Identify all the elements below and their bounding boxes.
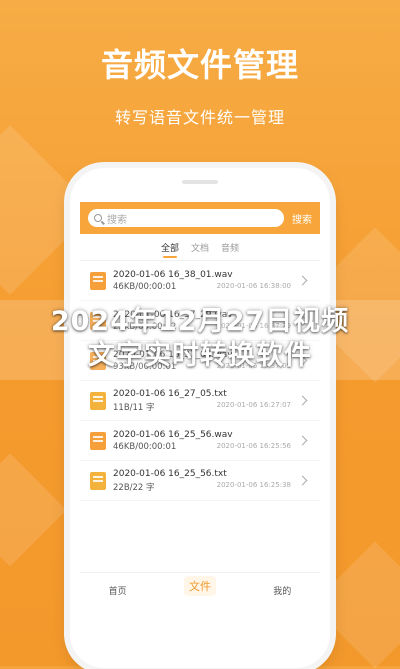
file-name: 2020-01-06 16_25_56.wav [113,429,233,440]
file-date: 2020-01-06 16:25:38 [216,480,291,489]
tab-documents[interactable]: 文档 [191,237,209,258]
filter-tabs: 全部 文档 音频 [80,234,320,261]
search-bar: 搜索 搜索 [80,202,320,234]
promo-title: 音频文件管理 [100,46,299,84]
phone-frame: 搜索 搜索 全部 文档 音频 2020-01-06 16_38_01.wav 4… [70,168,330,668]
list-item[interactable]: 2020-01-06 16_27_05.txt 11B/11 字 2020-01… [80,381,320,421]
status-bar [80,192,320,202]
chevron-right-icon [297,395,308,406]
file-list: 2020-01-06 16_38_01.wav 46KB/00:00:01 20… [80,261,320,501]
list-item[interactable]: 2020-01-06 16_38_01.wav 46KB/00:00:01 20… [80,261,320,301]
file-size: 22B/22 字 [113,482,155,493]
list-item[interactable]: 2020-01-06 16_25_56.wav 46KB/00:00:01 20… [80,421,320,461]
bottom-nav: 首页 文件 我的 [80,572,320,607]
overlay-line-2: 文字实时转换软件 [88,340,312,371]
list-item[interactable]: 2020-01-06 16_25_56.txt 22B/22 字 2020-01… [80,461,320,501]
decorative-diamond [0,453,67,567]
nav-profile[interactable]: 我的 [273,584,291,597]
search-input[interactable]: 搜索 [88,209,284,227]
search-placeholder: 搜索 [107,214,127,226]
file-size: 11B/11 字 [113,402,155,413]
text-file-icon [90,391,106,410]
chevron-right-icon [297,275,308,286]
overlay-line-1: 2024年12月27日视频 [50,306,350,337]
file-name: 2020-01-06 16_25_56.txt [113,468,227,479]
nav-home[interactable]: 首页 [109,584,127,597]
nav-files[interactable]: 文件 [183,576,216,596]
file-name: 2020-01-06 16_27_05.txt [113,388,227,399]
tab-all[interactable]: 全部 [161,237,179,258]
file-name: 2020-01-06 16_38_01.wav [113,269,233,280]
search-icon [94,214,102,222]
chevron-right-icon [297,435,308,446]
search-button[interactable]: 搜索 [292,211,312,226]
promo-subtitle: 转写语音文件统一管理 [114,108,285,127]
chevron-right-icon [297,475,308,486]
audio-file-icon [90,431,106,450]
file-size: 46KB/00:00:01 [113,441,177,452]
file-date: 2020-01-06 16:38:00 [216,281,291,290]
file-size: 46KB/00:00:01 [113,281,177,292]
app-screen: 搜索 搜索 全部 文档 音频 2020-01-06 16_38_01.wav 4… [80,192,320,602]
tab-audio[interactable]: 音频 [221,237,239,258]
phone-speaker [182,180,218,184]
text-file-icon [90,471,106,490]
audio-file-icon [90,271,106,290]
overlay-caption: 2024年12月27日视频 文字实时转换软件 [0,305,400,373]
file-date: 2020-01-06 16:25:56 [216,441,291,450]
file-date: 2020-01-06 16:27:07 [216,400,291,409]
